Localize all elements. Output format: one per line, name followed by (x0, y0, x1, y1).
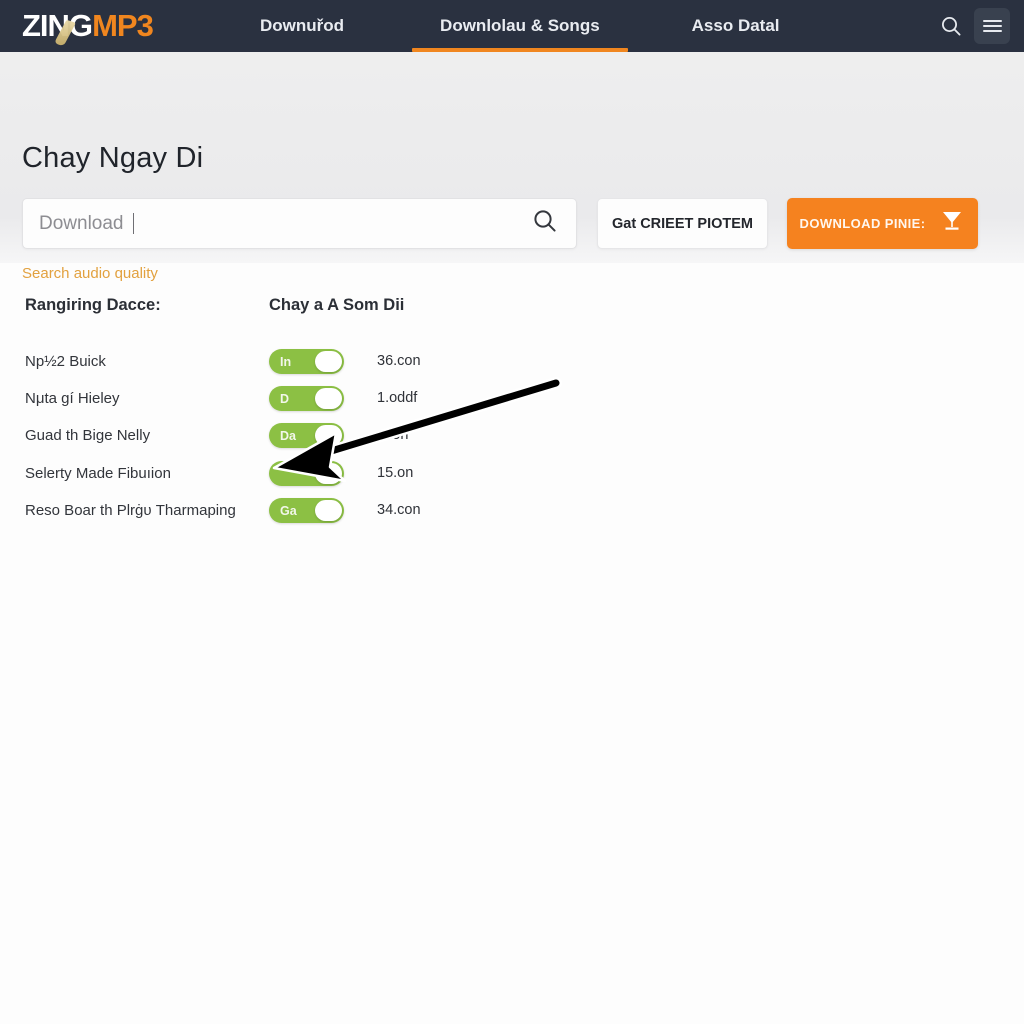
nav-item-download[interactable]: Downuřod (250, 0, 354, 52)
table-row: Reso Boar th Plrġυ Tharmaping Ga 34.con (0, 492, 1024, 529)
header-actions (940, 0, 1010, 52)
row-value: 15.on (377, 465, 414, 481)
search-audio-quality-link[interactable]: Search audio quality (22, 265, 158, 282)
menu-bar (982, 24, 1002, 28)
table-row: Np½2 Buick In 36.con (0, 343, 1024, 380)
search-input[interactable]: Download (22, 198, 577, 249)
text-caret (132, 213, 134, 234)
table-row: Nμta gí Hieley D 1.oddf (0, 380, 1024, 417)
hamburger-menu-icon[interactable] (974, 8, 1010, 44)
download-button[interactable]: DOWNLOAD PINIE: (787, 198, 978, 249)
search-submit-icon[interactable] (532, 208, 558, 239)
menu-bar (982, 19, 1002, 23)
row-toggle[interactable]: Ga (269, 498, 344, 523)
row-label: Selerty Made Fibuıion (25, 465, 171, 482)
column-heading-right: Chay a A Som Dii (269, 296, 405, 314)
column-heading-left: Rangiring Dacce: (25, 296, 161, 314)
table-row: Guad th Bige Nelly Da ..con (0, 417, 1024, 454)
nav-item-downloads-songs[interactable]: Downlolau & Songs (412, 0, 628, 52)
hero-section: Chay Ngay Di Download Gat CRIEET PIOTEM … (0, 52, 1024, 282)
row-value: ..con (377, 427, 409, 443)
download-icon (939, 208, 965, 239)
row-value: 36.con (377, 353, 421, 369)
search-input-value: Download (39, 212, 124, 234)
main-nav: Downuřod Downlolau & Songs Asso Datal (250, 0, 790, 52)
get-credit-button[interactable]: Gat CRIEET PIOTEM (597, 198, 768, 249)
toggle-knob (315, 388, 342, 409)
page-root: ZINGMP3 Downuřod Downlolau & Songs Asso … (0, 0, 1024, 1024)
row-toggle-label: Da (280, 428, 296, 443)
toggle-knob (315, 500, 342, 521)
row-toggle-label: In (280, 354, 292, 369)
row-value: 34.con (377, 502, 421, 518)
logo-mp3-text: MP3 (92, 8, 154, 43)
table-row: Selerty Made Fibuıion 15.on (0, 455, 1024, 492)
download-button-label: DOWNLOAD PINIE: (799, 216, 926, 231)
site-header: ZINGMP3 Downuřod Downlolau & Songs Asso … (0, 0, 1024, 52)
page-title: Chay Ngay Di (22, 142, 204, 174)
row-label: Nμta gí Hieley (25, 390, 120, 407)
row-toggle-label: D (280, 391, 290, 406)
row-label: Np½2 Buick (25, 353, 106, 370)
row-toggle-label: Ga (280, 503, 297, 518)
row-label: Guad th Bige Nelly (25, 427, 151, 444)
row-toggle[interactable]: Da (269, 423, 344, 448)
search-input-value-wrap: Download (39, 213, 532, 235)
row-toggle[interactable]: D (269, 386, 344, 411)
row-value: 1.oddf (377, 390, 418, 406)
nav-item-asso-datal[interactable]: Asso Datal (682, 0, 790, 52)
toggle-knob (315, 425, 342, 446)
search-icon[interactable] (940, 15, 962, 37)
toggle-knob (315, 463, 342, 484)
row-label: Reso Boar th Plrġυ Tharmaping (25, 502, 236, 519)
row-toggle[interactable] (269, 461, 344, 486)
site-logo[interactable]: ZINGMP3 (22, 2, 154, 50)
toggle-knob (315, 351, 342, 372)
menu-bar (982, 29, 1002, 33)
row-toggle[interactable]: In (269, 349, 344, 374)
